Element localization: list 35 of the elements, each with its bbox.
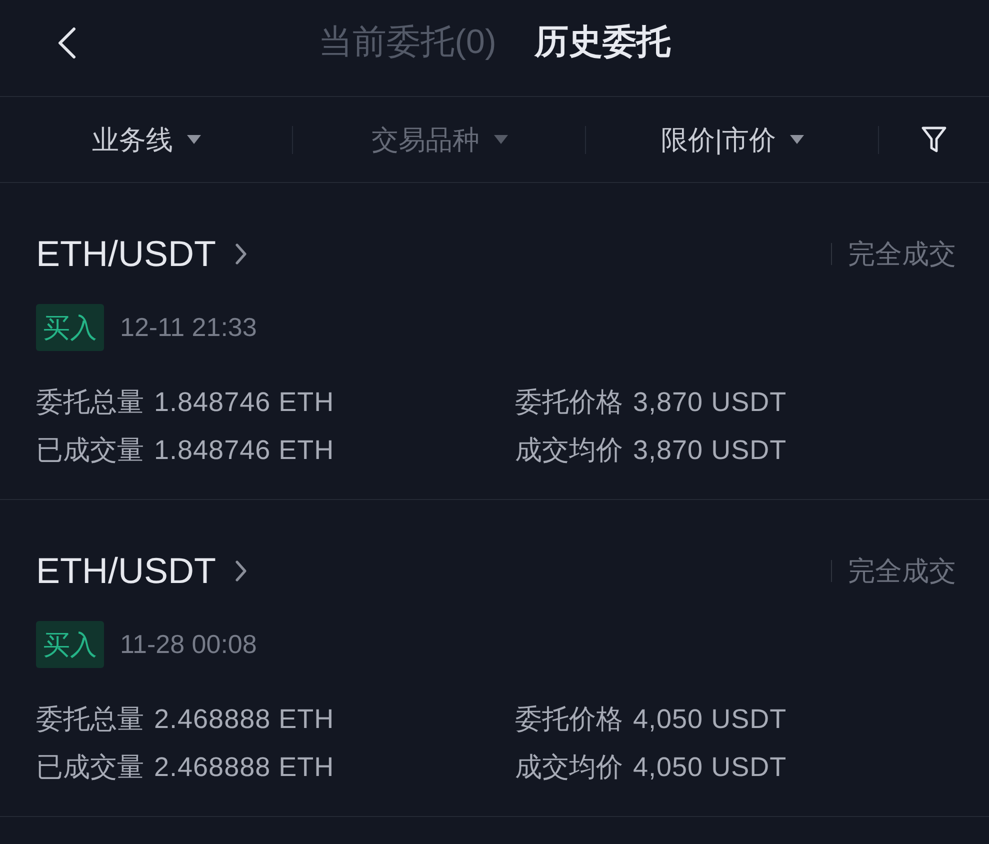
- field-label: 成交均价: [515, 751, 623, 784]
- back-chevron-icon: [57, 27, 77, 59]
- caret-icon: [494, 135, 508, 144]
- side-tag: 买入: [36, 621, 104, 668]
- field-value: 4,050 USDT: [633, 704, 787, 734]
- order-time: 12-11 21:33: [120, 312, 257, 343]
- field-label: 委托价格: [515, 703, 623, 736]
- order-time: 11-28 00:08: [120, 629, 257, 660]
- tab[interactable]: 历史委托: [534, 19, 670, 65]
- field-value: 2.468888 ETH: [154, 752, 334, 782]
- field-value: 1.848746 ETH: [154, 434, 334, 466]
- caret-icon: [187, 135, 201, 144]
- order-status: 完全成交: [848, 555, 956, 588]
- field-label: 委托价格: [515, 386, 623, 419]
- chevron-right-icon: [234, 559, 248, 583]
- order-status: 完全成交: [848, 238, 956, 271]
- field-value: 3,870 USDT: [633, 434, 787, 466]
- side-tag: 买入: [36, 304, 104, 351]
- caret-icon: [790, 135, 804, 144]
- pair-link[interactable]: ETH/USDT: [36, 550, 248, 592]
- field-label: 已成交量: [36, 751, 144, 784]
- field-label: 成交均价: [515, 434, 623, 467]
- field-value: 4,050 USDT: [633, 752, 787, 782]
- field-label: 委托总量: [36, 703, 144, 736]
- filter-button[interactable]: [921, 126, 947, 154]
- filter-dropdown[interactable]: 业务线: [92, 122, 201, 158]
- chevron-right-icon: [234, 242, 248, 266]
- filter-dropdown[interactable]: 限价|市价: [660, 122, 804, 158]
- filter-icon: [921, 126, 947, 154]
- field-label: 已成交量: [36, 434, 144, 467]
- field-value: 3,870 USDT: [633, 386, 787, 418]
- field-value: 2.468888 ETH: [154, 704, 334, 734]
- pair-link[interactable]: ETH/USDT: [36, 233, 248, 275]
- field-value: 1.848746 ETH: [154, 386, 334, 418]
- field-label: 委托总量: [36, 386, 144, 419]
